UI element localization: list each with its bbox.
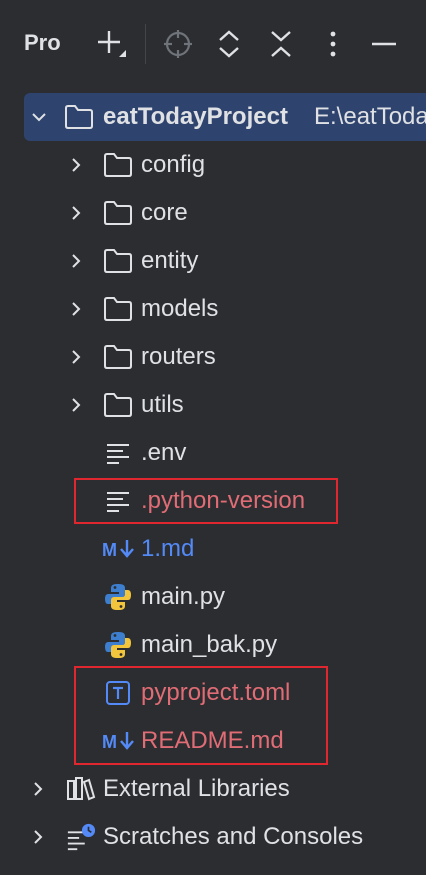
folder-icon xyxy=(103,390,133,420)
locate-icon[interactable] xyxy=(158,22,198,66)
chevron-right-icon[interactable] xyxy=(68,301,84,317)
tree-root-project[interactable]: eatTodayProject E:\eatToda xyxy=(24,93,426,141)
tree-folder-entity[interactable]: entity xyxy=(0,237,426,285)
chevron-down-icon[interactable] xyxy=(31,109,47,125)
external-libraries-label: External Libraries xyxy=(103,775,290,802)
chevron-right-icon[interactable] xyxy=(68,253,84,269)
more-options-icon[interactable] xyxy=(313,22,353,66)
folder-icon xyxy=(103,150,133,180)
python-icon xyxy=(103,630,133,660)
chevron-right-icon[interactable] xyxy=(30,829,46,845)
minimize-icon[interactable] xyxy=(364,22,404,66)
library-icon xyxy=(66,774,96,804)
folder-icon xyxy=(103,198,133,228)
markdown-icon: M xyxy=(101,534,139,564)
folder-label: utils xyxy=(141,391,184,418)
file-label: main.py xyxy=(141,583,226,610)
tree-folder-config[interactable]: config xyxy=(0,141,426,189)
folder-icon xyxy=(103,246,133,276)
folder-label: config xyxy=(141,151,206,178)
tree-scratches-consoles[interactable]: Scratches and Consoles xyxy=(0,813,426,861)
folder-label: models xyxy=(141,295,219,322)
scratches-icon xyxy=(66,822,96,852)
folder-label: routers xyxy=(141,343,216,370)
file-label: main_bak.py xyxy=(141,631,278,658)
file-label: .env xyxy=(141,439,187,466)
chevron-right-icon[interactable] xyxy=(68,157,84,173)
python-icon xyxy=(103,582,133,612)
tree-external-libraries[interactable]: External Libraries xyxy=(0,765,426,813)
tree-folder-utils[interactable]: utils xyxy=(0,381,426,429)
tree-file-main-bak-py[interactable]: main_bak.py xyxy=(0,621,426,669)
collapse-all-icon[interactable] xyxy=(261,22,301,66)
folder-icon xyxy=(64,102,94,132)
tree-file-1-md[interactable]: M 1.md xyxy=(0,525,426,573)
chevron-right-icon[interactable] xyxy=(30,781,46,797)
chevron-right-icon[interactable] xyxy=(68,349,84,365)
folder-icon xyxy=(103,294,133,324)
tree-folder-models[interactable]: models xyxy=(0,285,426,333)
tree-folder-core[interactable]: core xyxy=(0,189,426,237)
folder-label: entity xyxy=(141,247,199,274)
file-label: 1.md xyxy=(141,535,195,562)
highlight-box-python-version xyxy=(74,478,338,524)
add-icon[interactable] xyxy=(92,22,132,66)
root-project-path: E:\eatToda xyxy=(314,103,426,130)
scratches-label: Scratches and Consoles xyxy=(103,823,364,850)
tree-folder-routers[interactable]: routers xyxy=(0,333,426,381)
expand-all-icon[interactable] xyxy=(209,22,249,66)
toolbar-separator xyxy=(145,24,146,64)
chevron-right-icon[interactable] xyxy=(68,205,84,221)
project-toolbar: Pro xyxy=(0,0,426,88)
tree-file-main-py[interactable]: main.py xyxy=(0,573,426,621)
tree-file-env[interactable]: .env xyxy=(0,429,426,477)
folder-icon xyxy=(103,342,133,372)
panel-title[interactable]: Pro xyxy=(24,30,62,56)
text-file-icon xyxy=(103,438,133,468)
root-project-name: eatTodayProject xyxy=(103,103,288,130)
svg-text:M: M xyxy=(102,540,117,560)
folder-label: core xyxy=(141,199,188,226)
chevron-right-icon[interactable] xyxy=(68,397,84,413)
highlight-box-pyproject-readme xyxy=(74,666,328,765)
